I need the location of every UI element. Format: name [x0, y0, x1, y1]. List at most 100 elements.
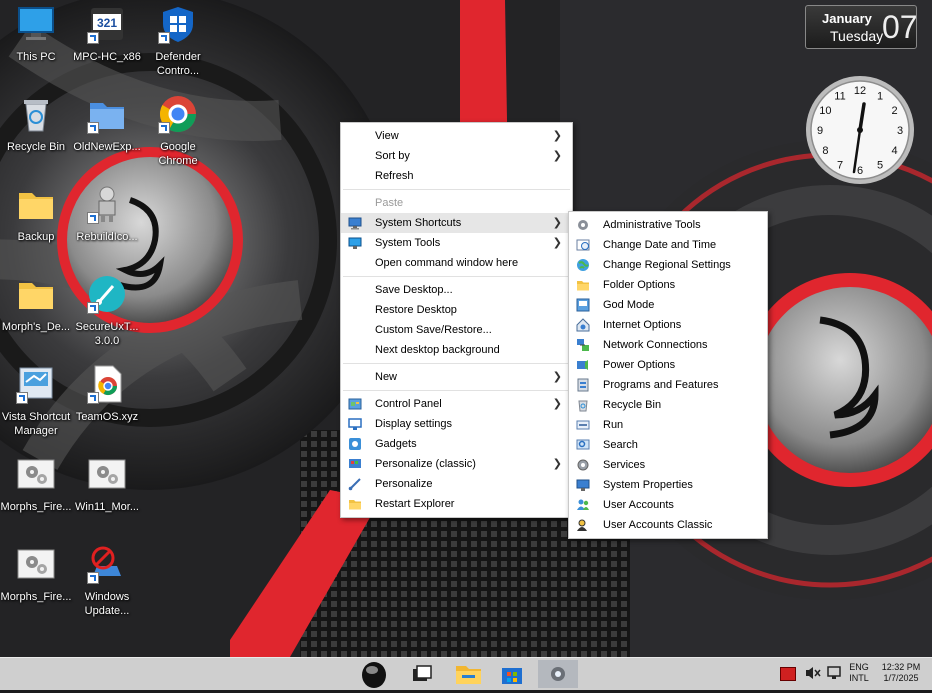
- submenu-item-user-accounts[interactable]: User Accounts: [569, 495, 767, 515]
- calendar-weekday: Tuesday: [830, 28, 884, 44]
- desktop-icon-morphs-fire-1[interactable]: Morphs_Fire...: [0, 454, 72, 514]
- menu-item-gadgets[interactable]: Gadgets: [341, 434, 572, 454]
- taskbar-clock[interactable]: 12:32 PM 1/7/2025: [876, 662, 926, 684]
- menu-item-control-panel[interactable]: Control Panel ❯: [341, 394, 572, 414]
- admin-tools-icon: [576, 218, 590, 232]
- taskbar-start-orb[interactable]: [356, 660, 392, 688]
- menu-item-save-desktop[interactable]: Save Desktop...: [341, 280, 572, 300]
- taskbar-chrome-button[interactable]: [538, 660, 578, 688]
- search-icon: [576, 438, 590, 452]
- submenu-item-recycle-bin[interactable]: Recycle Bin: [569, 395, 767, 415]
- submenu-item-system-properties[interactable]: System Properties: [569, 475, 767, 495]
- desktop-icon-oldnewexp[interactable]: OldNewExp...: [71, 94, 143, 154]
- services-gear-icon: [576, 458, 590, 472]
- input-language-indicator[interactable]: ENG INTL: [846, 662, 872, 684]
- recycle-bin-icon: [576, 398, 590, 412]
- menu-item-label: Personalize (classic): [375, 458, 476, 470]
- submenu-item-user-accounts-classic[interactable]: User Accounts Classic: [569, 515, 767, 535]
- monitor-icon: [348, 236, 362, 250]
- control-panel-icon: [348, 397, 362, 411]
- desktop-icon-label: RebuildIco...: [76, 231, 138, 243]
- internet-options-icon: [576, 318, 590, 332]
- submenu-item-administrative-tools[interactable]: Administrative Tools: [569, 215, 767, 235]
- menu-item-personalize-classic[interactable]: Personalize (classic) ❯: [341, 454, 572, 474]
- recycle-bin-icon: [16, 94, 56, 134]
- submenu-item-search[interactable]: Search: [569, 435, 767, 455]
- desktop-icon-morphs-fire-2[interactable]: Morphs_Fire...: [0, 544, 72, 604]
- menu-item-next-desktop-background[interactable]: Next desktop background: [341, 340, 572, 360]
- menu-item-restore-desktop[interactable]: Restore Desktop: [341, 300, 572, 320]
- system-properties-icon: [576, 478, 590, 492]
- submenu-item-network-connections[interactable]: Network Connections: [569, 335, 767, 355]
- desktop-icon-mpc-hc[interactable]: 321 MPC-HC_x86: [71, 4, 143, 64]
- submenu-item-folder-options[interactable]: Folder Options: [569, 275, 767, 295]
- menu-item-system-tools[interactable]: System Tools ❯: [341, 233, 572, 253]
- clock-number: 10: [819, 105, 831, 117]
- menu-item-restart-explorer[interactable]: Restart Explorer: [341, 494, 572, 514]
- menu-item-display-settings[interactable]: Display settings: [341, 414, 572, 434]
- chevron-right-icon: ❯: [552, 458, 562, 470]
- submenu-item-programs-and-features[interactable]: Programs and Features: [569, 375, 767, 395]
- menu-item-label: Personalize: [375, 478, 433, 490]
- shortcut-arrow-icon: [87, 32, 99, 44]
- menu-item-label: Save Desktop...: [375, 284, 453, 296]
- menu-item-label: Administrative Tools: [603, 219, 701, 231]
- desktop-icon-vista-shortcut-manager[interactable]: Vista Shortcut Manager: [0, 364, 72, 438]
- menu-item-label: System Tools: [375, 237, 441, 249]
- clock-number: 7: [837, 160, 843, 172]
- desktop-icon-defender-control[interactable]: Defender Contro...: [142, 4, 214, 78]
- submenu-item-internet-options[interactable]: Internet Options: [569, 315, 767, 335]
- desktop-icon-backup[interactable]: Backup: [0, 184, 72, 244]
- chevron-right-icon: ❯: [552, 217, 562, 229]
- gears-icon: [16, 544, 56, 584]
- menu-item-sort-by[interactable]: Sort by ❯: [341, 146, 572, 166]
- taskbar-store-button[interactable]: [494, 660, 530, 688]
- menu-item-label: Recycle Bin: [603, 399, 662, 411]
- taskbar-file-explorer-button[interactable]: [450, 660, 486, 688]
- menu-separator: [343, 390, 570, 391]
- taskbar-task-view-button[interactable]: [404, 660, 440, 688]
- chevron-right-icon: ❯: [552, 130, 562, 142]
- desktop-icon-windows-update[interactable]: Windows Update...: [71, 544, 143, 618]
- clock-gadget[interactable]: 12 12 3 45 6 78 9 1011: [804, 74, 916, 186]
- desktop-icon-this-pc[interactable]: This PC: [0, 4, 72, 64]
- submenu-item-power-options[interactable]: Power Options: [569, 355, 767, 375]
- menu-item-label: System Properties: [603, 479, 693, 491]
- tray-antivirus-icon[interactable]: [780, 667, 796, 681]
- desktop-icon-google-chrome[interactable]: Google Chrome: [142, 94, 214, 168]
- submenu-item-change-regional-settings[interactable]: Change Regional Settings: [569, 255, 767, 275]
- menu-item-open-command-window[interactable]: Open command window here: [341, 253, 572, 273]
- menu-item-label: Change Date and Time: [603, 239, 717, 251]
- desktop-icon-teamos[interactable]: TeamOS.xyz: [71, 364, 143, 424]
- menu-item-personalize[interactable]: Personalize: [341, 474, 572, 494]
- desktop-icon-morphs-de[interactable]: Morph's_De...: [0, 274, 72, 334]
- menu-item-system-shortcuts[interactable]: System Shortcuts ❯: [341, 213, 572, 233]
- menu-item-refresh[interactable]: Refresh: [341, 166, 572, 186]
- tray-network-icon[interactable]: [826, 665, 844, 681]
- menu-item-new[interactable]: New ❯: [341, 367, 572, 387]
- desktop-icon-label: Morphs_Fire...: [0, 501, 72, 513]
- store-icon: [502, 668, 522, 684]
- clock-number: 8: [822, 145, 828, 157]
- chrome-page-icon: [87, 364, 127, 404]
- svg-text:321: 321: [97, 16, 117, 30]
- desktop-icon-rebuildico[interactable]: RebuildIco...: [71, 184, 143, 244]
- calendar-gadget[interactable]: January Tuesday 07: [805, 5, 918, 49]
- personalize-classic-icon: [348, 457, 362, 471]
- submenu-item-god-mode[interactable]: God Mode: [569, 295, 767, 315]
- menu-item-view[interactable]: View ❯: [341, 126, 572, 146]
- submenu-item-services[interactable]: Services: [569, 455, 767, 475]
- submenu-item-run[interactable]: Run: [569, 415, 767, 435]
- desktop-icon-secureuxt[interactable]: SecureUxT... 3.0.0: [71, 274, 143, 348]
- shortcut-arrow-icon: [16, 392, 28, 404]
- chrome-icon: [551, 667, 565, 681]
- menu-item-custom-save-restore[interactable]: Custom Save/Restore...: [341, 320, 572, 340]
- desktop-icon-label: Google Chrome: [158, 141, 198, 167]
- desktop-icon-win11-mor[interactable]: Win11_Mor...: [71, 454, 143, 514]
- brush-icon: [87, 274, 127, 314]
- menu-separator: [343, 189, 570, 190]
- submenu-item-change-date-time[interactable]: Change Date and Time: [569, 235, 767, 255]
- desktop-icon-recycle-bin[interactable]: Recycle Bin: [0, 94, 72, 154]
- tray-speaker-muted-icon[interactable]: [804, 665, 822, 681]
- chevron-right-icon: ❯: [552, 371, 562, 383]
